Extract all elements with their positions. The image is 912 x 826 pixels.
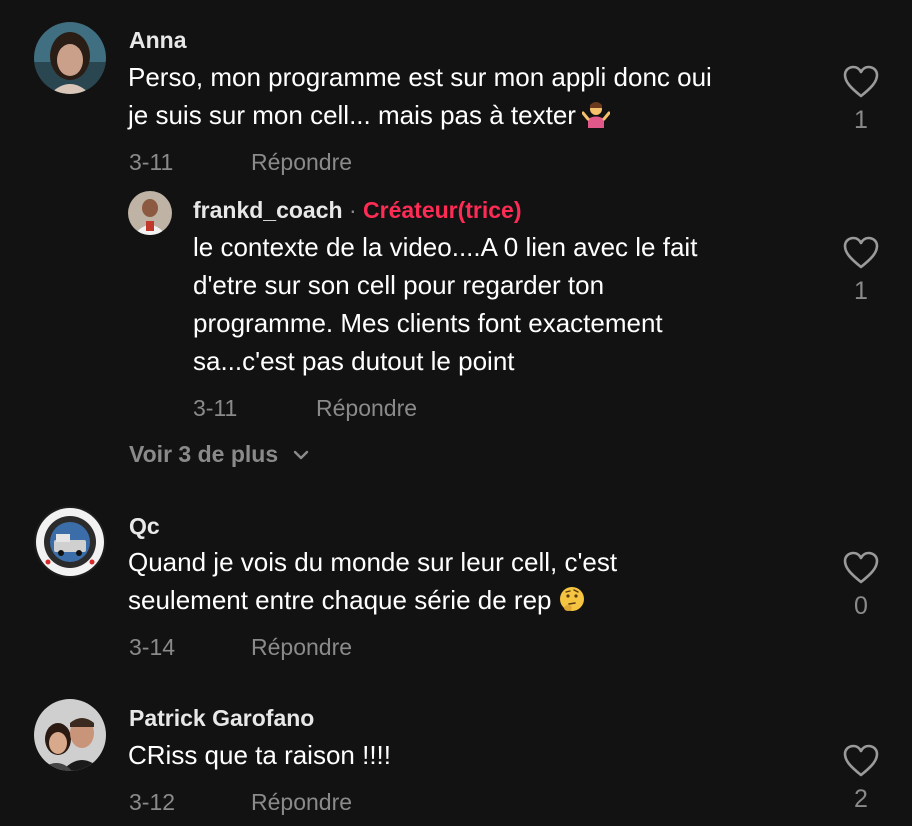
reply-button[interactable]: Répondre <box>251 789 352 816</box>
comment-line: je suis sur mon cell... mais pas à texte… <box>128 96 712 134</box>
username[interactable]: Anna <box>129 27 187 54</box>
username[interactable]: Patrick Garofano <box>129 705 314 732</box>
comment-line: d'etre sur son cell pour regarder ton <box>193 270 605 300</box>
comment-text: le contexte de la video....A 0 lien avec… <box>193 228 697 380</box>
username[interactable]: frankd_coach <box>193 197 343 223</box>
comment-line: CRiss que ta raison !!!! <box>128 740 391 770</box>
comment-date: 3-11 <box>193 395 238 421</box>
reply-button[interactable]: Répondre <box>251 634 352 661</box>
like-count: 0 <box>854 592 868 620</box>
view-more-replies-button[interactable]: Voir 3 de plus <box>129 441 311 468</box>
heart-outline-icon <box>843 744 879 777</box>
reply-button[interactable]: Répondre <box>316 395 417 422</box>
comment-text: Perso, mon programme est sur mon appli d… <box>128 58 712 134</box>
avatar[interactable] <box>34 22 106 94</box>
reply-button[interactable]: Répondre <box>251 149 352 176</box>
like-button[interactable] <box>841 62 881 102</box>
username[interactable]: Qc <box>129 513 160 540</box>
like-button[interactable] <box>841 233 881 273</box>
comment-date: 3-11 <box>129 149 174 175</box>
comment-line: seulement entre chaque série de rep <box>128 581 617 619</box>
heart-outline-icon <box>843 65 879 98</box>
comment-date: 3-14 <box>129 634 176 660</box>
like-count: 2 <box>854 785 868 813</box>
chevron-down-icon <box>293 450 308 460</box>
person-shrugging-icon <box>581 100 611 128</box>
avatar[interactable] <box>34 699 106 771</box>
like-button[interactable] <box>841 548 881 588</box>
comment-line: sa...c'est pas dutout le point <box>193 346 515 376</box>
comment-line: programme. Mes clients font exactement <box>193 308 663 338</box>
heart-outline-icon <box>843 551 879 584</box>
comment-line: Perso, mon programme est sur mon appli d… <box>128 62 712 92</box>
comment-line: le contexte de la video....A 0 lien avec… <box>193 232 698 262</box>
avatar[interactable] <box>34 506 106 578</box>
heart-outline-icon <box>843 236 879 269</box>
like-button[interactable] <box>841 741 881 781</box>
reply-username-row: frankd_coach · Créateur(trice) <box>193 197 522 224</box>
comment-date: 3-12 <box>129 789 176 815</box>
comment-text: Quand je vois du monde sur leur cell, c'… <box>128 543 617 619</box>
like-count: 1 <box>854 277 868 305</box>
like-count: 1 <box>854 106 868 134</box>
avatar[interactable] <box>128 191 172 235</box>
separator-dot: · <box>348 197 357 223</box>
view-more-label: Voir 3 de plus <box>129 441 279 467</box>
comment-text: CRiss que ta raison !!!! <box>128 736 391 774</box>
creator-badge: Créateur(trice) <box>363 197 522 223</box>
thinking-face-icon <box>558 585 586 613</box>
comment-line: Quand je vois du monde sur leur cell, c'… <box>128 547 618 577</box>
